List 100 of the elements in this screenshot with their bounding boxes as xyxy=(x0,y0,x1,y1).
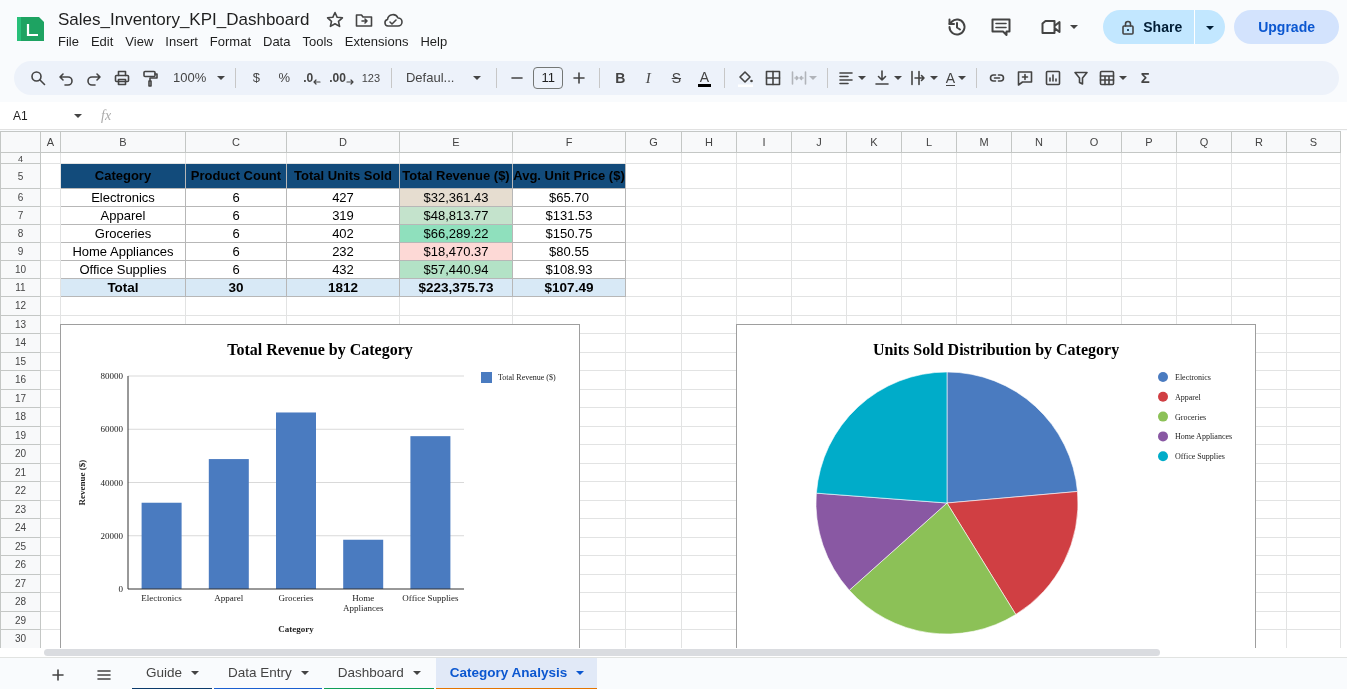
row-number[interactable]: 5 xyxy=(0,163,41,189)
fill-color-icon[interactable] xyxy=(736,69,755,87)
caret-icon xyxy=(929,75,940,81)
search-icon[interactable] xyxy=(29,69,47,87)
caret-icon xyxy=(857,75,868,81)
table-cell: Home Appliances xyxy=(60,242,186,261)
table-cell: $65.70 xyxy=(512,188,626,207)
sum-button[interactable]: Σ xyxy=(1131,65,1160,91)
merge-icon xyxy=(790,69,809,87)
italic-button[interactable]: I xyxy=(634,65,663,91)
increase-decimal-button[interactable]: .00 xyxy=(326,65,357,91)
currency-button[interactable]: $ xyxy=(242,65,271,91)
add-comment-icon[interactable] xyxy=(1016,69,1035,87)
column-header[interactable]: I xyxy=(736,131,792,153)
column-header[interactable]: C xyxy=(185,131,287,153)
bold-button[interactable]: B xyxy=(606,65,635,91)
legend-label: Electronics xyxy=(1175,373,1211,382)
menu-item[interactable]: Edit xyxy=(84,33,120,51)
menu-item[interactable]: Insert xyxy=(159,33,204,51)
column-header[interactable]: B xyxy=(60,131,186,153)
table-cell: 427 xyxy=(286,188,400,207)
percent-button[interactable]: % xyxy=(270,65,299,91)
align-icon xyxy=(837,69,856,87)
caret-icon[interactable] xyxy=(472,75,483,81)
legend-dot xyxy=(1158,391,1168,402)
column-header[interactable]: S xyxy=(1286,131,1341,153)
borders-icon[interactable] xyxy=(764,69,783,87)
menu-item[interactable]: File xyxy=(52,33,85,51)
axis-title: Revenue ($) xyxy=(77,459,87,506)
sheet-tab[interactable]: Category Analysis xyxy=(435,658,598,689)
menu-item[interactable]: View xyxy=(119,33,160,51)
column-header[interactable]: K xyxy=(846,131,902,153)
table-cell: Groceries xyxy=(60,224,186,243)
table-cell: 6 xyxy=(185,224,287,243)
table-cell: Office Supplies xyxy=(60,260,186,279)
zoom-dropdown[interactable]: 100% xyxy=(170,65,230,91)
menu-item[interactable]: Extensions xyxy=(338,33,415,51)
column-header[interactable]: O xyxy=(1066,131,1122,153)
axis-label: 80000 xyxy=(100,371,123,381)
axis-label: Electronics xyxy=(141,593,182,603)
axis-label: 20000 xyxy=(100,530,123,541)
sheet-tab[interactable]: Dashboard xyxy=(323,658,434,689)
column-header[interactable]: Q xyxy=(1176,131,1232,153)
name-box-dropdown[interactable] xyxy=(73,112,83,119)
document-title[interactable]: Sales_Inventory_KPI_Dashboard xyxy=(54,7,314,33)
chart-title: Units Sold Distribution by Category xyxy=(872,341,1120,358)
column-header[interactable]: J xyxy=(791,131,847,153)
column-header[interactable]: P xyxy=(1121,131,1177,153)
caret-icon[interactable] xyxy=(216,75,227,81)
number-format-button[interactable]: 123 xyxy=(356,65,385,91)
upgrade-button[interactable]: Upgrade xyxy=(1234,10,1339,44)
menu-item[interactable]: Data xyxy=(257,33,297,51)
caret-icon xyxy=(1205,24,1216,31)
paint-format-icon[interactable] xyxy=(141,69,159,87)
legend-label: Office Supplies xyxy=(1175,452,1225,462)
table-cell: 6 xyxy=(185,242,287,261)
column-header[interactable]: N xyxy=(1011,131,1067,153)
column-header[interactable]: A xyxy=(40,131,61,153)
column-header[interactable]: L xyxy=(901,131,957,153)
font-size-field[interactable]: 11 xyxy=(533,67,564,89)
legend-dot xyxy=(1158,431,1168,442)
caret-icon xyxy=(411,670,422,676)
sheet-tab[interactable]: Data Entry xyxy=(214,658,322,689)
axis-label: Office Supplies xyxy=(402,593,459,603)
scrollbar-thumb[interactable] xyxy=(44,649,1160,656)
print-icon[interactable] xyxy=(113,69,131,87)
font-dropdown[interactable]: Defaul... xyxy=(397,65,491,91)
legend-dot xyxy=(1158,372,1168,382)
menu-item[interactable]: Format xyxy=(203,33,257,51)
table-cell: Apparel xyxy=(60,206,186,225)
column-header[interactable]: D xyxy=(286,131,400,153)
sheet-tab[interactable]: Guide xyxy=(132,658,213,689)
filter-icon[interactable] xyxy=(1072,69,1091,87)
axis-title: Category xyxy=(278,624,314,634)
decrease-decimal-button[interactable]: .0 xyxy=(298,65,327,91)
row-number[interactable]: 4 xyxy=(0,152,41,164)
star-icon[interactable] xyxy=(325,10,346,30)
legend-label: Apparel xyxy=(1175,392,1201,402)
column-header[interactable]: E xyxy=(399,131,513,153)
table-cell: 432 xyxy=(286,260,400,279)
arrow-right-icon xyxy=(345,79,354,85)
name-box[interactable]: A1 xyxy=(13,106,73,125)
column-header[interactable]: H xyxy=(681,131,737,153)
menu-icon xyxy=(96,667,112,682)
text-color-button[interactable]: A xyxy=(690,65,719,91)
axis-label: Groceries xyxy=(278,593,314,603)
caret-icon xyxy=(893,75,904,81)
text-rotation-button[interactable]: A xyxy=(942,65,971,91)
caret-icon[interactable] xyxy=(1069,24,1080,30)
table-cell: $108.93 xyxy=(512,260,626,279)
spreadsheet-logo-icon[interactable] xyxy=(14,14,46,44)
strikethrough-button[interactable]: S xyxy=(662,65,691,91)
column-header[interactable]: F xyxy=(512,131,626,153)
column-header[interactable]: M xyxy=(956,131,1012,153)
header-cell: Total Units Sold xyxy=(286,163,400,189)
chart-icon[interactable] xyxy=(1044,69,1063,87)
column-header[interactable]: R xyxy=(1231,131,1287,153)
column-header[interactable]: G xyxy=(625,131,682,153)
menu-item[interactable]: Tools xyxy=(296,33,339,51)
menu-item[interactable]: Help xyxy=(414,33,454,51)
